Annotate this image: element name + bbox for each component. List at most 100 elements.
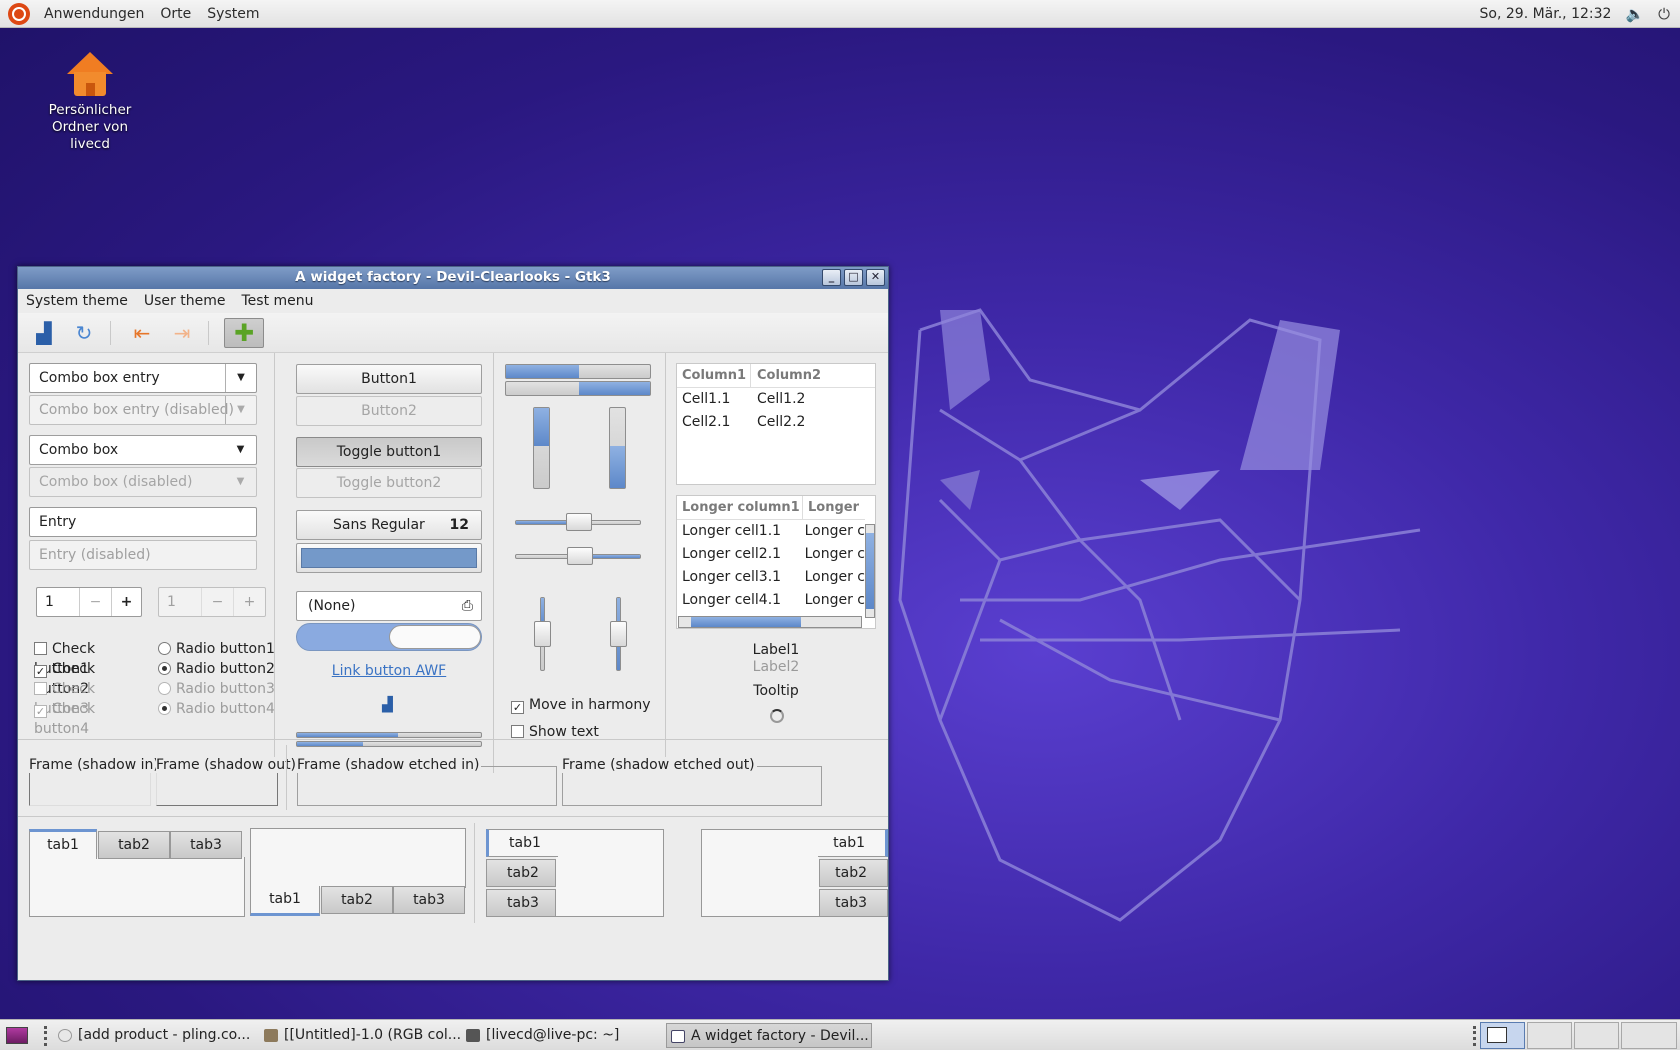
- plus-icon[interactable]: +: [111, 588, 141, 616]
- checkbox-icon: [34, 682, 47, 695]
- notebook-bottom-tab2[interactable]: tab2: [321, 886, 393, 914]
- switch[interactable]: [296, 623, 482, 651]
- workspace-4[interactable]: [1621, 1022, 1677, 1049]
- notebook-left-tab3[interactable]: tab3: [486, 889, 556, 917]
- ubuntu-logo-icon[interactable]: [8, 2, 30, 25]
- combo-box[interactable]: Combo box ▼: [29, 435, 257, 465]
- table-row[interactable]: Longer cell3.1 Longer c: [677, 566, 865, 589]
- menu-test-menu[interactable]: Test menu: [233, 293, 321, 309]
- close-button[interactable]: ✕: [866, 269, 885, 286]
- column-header[interactable]: Column2: [751, 364, 821, 387]
- notebook-bottom-tab3[interactable]: tab3: [393, 886, 465, 914]
- notebook-left-tab2[interactable]: tab2: [486, 859, 556, 887]
- table-row[interactable]: Longer cell4.1 Longer c: [677, 589, 865, 612]
- task-browser[interactable]: [add product - pling.co...: [54, 1023, 254, 1048]
- task-widget-factory[interactable]: A widget factory - Devil...: [666, 1023, 872, 1048]
- task-label: [[Untitled]-1.0 (RGB col...: [284, 1027, 460, 1043]
- column-header[interactable]: Longer column1: [677, 496, 803, 519]
- notebook-top-tab3[interactable]: tab3: [170, 831, 242, 859]
- menu-system[interactable]: System: [199, 6, 267, 22]
- volume-icon[interactable]: 🔈: [1625, 5, 1644, 23]
- notebook-top-tab1[interactable]: tab1: [29, 829, 97, 859]
- column-header[interactable]: Longer: [803, 496, 859, 519]
- workspace-1[interactable]: [1480, 1022, 1525, 1049]
- minus-icon[interactable]: −: [79, 588, 111, 616]
- checkbox-icon[interactable]: [34, 642, 47, 655]
- chevron-down-icon[interactable]: ▼: [225, 364, 256, 392]
- combo-box-entry[interactable]: Combo box entry ▼: [29, 363, 257, 393]
- taskbar-handle[interactable]: [1473, 1026, 1476, 1046]
- color-button[interactable]: [296, 543, 482, 573]
- frame-shadow-etched-in-label: Frame (shadow etched in): [297, 757, 482, 773]
- notebook-top-tab2[interactable]: tab2: [98, 831, 170, 859]
- tooltip-label[interactable]: Tooltip: [676, 683, 876, 699]
- check-button-2[interactable]: ✓ Check button2: [34, 659, 152, 697]
- table-row[interactable]: Cell1.1 Cell1.2: [677, 388, 875, 411]
- column-header[interactable]: Column1: [677, 364, 751, 387]
- entry[interactable]: Entry: [29, 507, 257, 537]
- button2: Button2: [296, 396, 482, 426]
- workspace-2[interactable]: [1527, 1022, 1572, 1049]
- button1[interactable]: Button1: [296, 364, 482, 394]
- table-row[interactable]: Longer cell1.1 Longer c: [677, 520, 865, 543]
- refresh-icon[interactable]: ↻: [70, 319, 98, 347]
- link-button[interactable]: Link button AWF: [296, 663, 482, 679]
- checkbox-icon[interactable]: ✓: [511, 701, 524, 714]
- file-chooser-button[interactable]: (None) ⎙: [296, 591, 482, 621]
- add-icon-toggle[interactable]: ✚: [224, 318, 264, 348]
- vertical-scale-1-slider[interactable]: [534, 621, 551, 647]
- tree-view-1[interactable]: Column1 Column2 Cell1.1 Cell1.2 Cell2.1 Cel…: [676, 363, 876, 485]
- label2: Label2: [752, 659, 800, 675]
- spin-button[interactable]: 1 − +: [36, 587, 142, 617]
- combo-box-text: Combo box: [39, 442, 119, 458]
- checkbox-icon[interactable]: [511, 725, 524, 738]
- radio-button-label: Radio button4: [176, 701, 275, 717]
- notebook-right-tab2[interactable]: tab2: [819, 859, 888, 887]
- scrollbar-thumb[interactable]: [866, 533, 874, 609]
- move-in-harmony-check[interactable]: ✓ Move in harmony: [511, 695, 651, 715]
- window-titlebar[interactable]: A widget factory - Devil-Clearlooks - Gt…: [18, 267, 888, 289]
- maximize-button[interactable]: □: [844, 269, 863, 286]
- notebook-right-tab3[interactable]: tab3: [819, 889, 888, 917]
- table-row[interactable]: Cell2.1 Cell2.2: [677, 411, 875, 434]
- go-first-icon[interactable]: ⇤: [128, 319, 156, 347]
- radio-button-1[interactable]: Radio button1: [158, 639, 278, 659]
- notebook-left-tab1[interactable]: tab1: [486, 829, 558, 857]
- scrollbar-thumb[interactable]: [691, 617, 801, 627]
- menu-applications[interactable]: Anwendungen: [36, 6, 152, 22]
- save-icon[interactable]: ▟: [30, 319, 58, 347]
- show-desktop-icon[interactable]: [6, 1027, 28, 1044]
- check-button-1[interactable]: Check button1: [34, 639, 152, 677]
- toggle-button1[interactable]: Toggle button1: [296, 437, 482, 467]
- minimize-button[interactable]: _: [822, 269, 841, 286]
- table-row[interactable]: Longer cell2.1 Longer c: [677, 543, 865, 566]
- notebook-right-tab1[interactable]: tab1: [818, 829, 888, 857]
- workspace-3[interactable]: [1574, 1022, 1619, 1049]
- horizontal-scale-1-slider[interactable]: [566, 513, 592, 531]
- radio-button-2[interactable]: Radio button2: [158, 659, 278, 679]
- frame-shadow-in-label: Frame (shadow in): [29, 757, 161, 773]
- radio-icon[interactable]: [158, 642, 171, 655]
- horizontal-scale-2-slider[interactable]: [567, 547, 593, 565]
- home-folder-desktop-icon[interactable]: Persönlicher Ordner von livecd: [30, 52, 150, 153]
- tree-view-2[interactable]: Longer column1 Longer Longer cell1.1 Long…: [676, 495, 876, 629]
- menu-places[interactable]: Orte: [152, 6, 199, 22]
- horizontal-scrollbar[interactable]: [678, 616, 862, 628]
- radio-icon[interactable]: [158, 662, 171, 675]
- combo-box-disabled-text: Combo box (disabled): [39, 474, 193, 490]
- menu-user-theme[interactable]: User theme: [136, 293, 234, 309]
- task-gimp[interactable]: [[Untitled]-1.0 (RGB col...: [260, 1023, 460, 1048]
- font-button[interactable]: Sans Regular 12: [296, 510, 482, 540]
- vertical-scale-2-slider[interactable]: [610, 621, 627, 647]
- chevron-down-icon: ▼: [236, 476, 245, 487]
- notebook-bottom-tab1[interactable]: tab1: [250, 886, 320, 916]
- toolbar-separator: [110, 321, 111, 345]
- vertical-scrollbar[interactable]: [865, 524, 875, 618]
- power-icon[interactable]: ⏻: [1658, 5, 1670, 23]
- taskbar-handle[interactable]: [44, 1026, 47, 1046]
- task-terminal[interactable]: [livecd@live-pc: ~]: [462, 1023, 662, 1048]
- clock[interactable]: So, 29. Mär., 12:32: [1480, 6, 1612, 22]
- go-last-icon[interactable]: ⇥: [168, 319, 196, 347]
- checkbox-icon[interactable]: ✓: [34, 665, 47, 678]
- menu-system-theme[interactable]: System theme: [18, 293, 136, 309]
